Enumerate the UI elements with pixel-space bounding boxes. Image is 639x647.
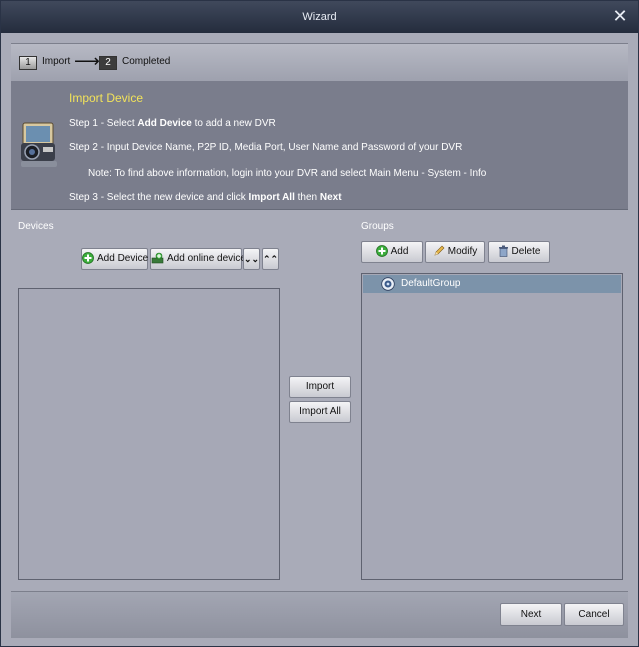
add-online-device-button[interactable]: Add online device bbox=[150, 248, 246, 270]
info-step-1-bold: Add Device bbox=[137, 118, 192, 129]
step-1-number: 1 bbox=[19, 56, 37, 70]
arrow-right-icon: ⟶ bbox=[74, 51, 100, 71]
camera-icon bbox=[21, 122, 57, 167]
double-chevron-up-icon[interactable]: ⌃⌃ bbox=[262, 248, 279, 270]
add-group-label: Add bbox=[390, 246, 409, 257]
info-title: Import Device bbox=[69, 91, 144, 105]
group-name: DefaultGroup bbox=[401, 278, 461, 289]
import-info-panel: Import Device Step 1 - Select Add Device… bbox=[11, 81, 628, 210]
modify-group-label: Modify bbox=[447, 246, 478, 257]
import-all-button[interactable]: Import All bbox=[289, 401, 351, 423]
trash-icon bbox=[498, 245, 508, 258]
info-note: Note: To find above information, login i… bbox=[88, 168, 487, 179]
group-camera-icon bbox=[381, 277, 395, 291]
step-2-number: 2 bbox=[99, 56, 117, 70]
wizard-window: Wizard ✕ 1 Import ⟶ 2 Completed Import D… bbox=[0, 0, 639, 647]
groups-label: Groups bbox=[361, 221, 394, 232]
devices-label: Devices bbox=[18, 221, 54, 232]
info-step-3-text: Step 3 - Select the new device and click bbox=[69, 192, 249, 203]
modify-group-button[interactable]: Modify bbox=[425, 241, 485, 263]
add-device-label: Add Device bbox=[97, 253, 149, 264]
info-step-3-bold-2: Next bbox=[319, 192, 342, 203]
window-title: Wizard bbox=[302, 11, 337, 23]
import-button[interactable]: Import bbox=[289, 376, 351, 398]
step-1-label: Import bbox=[42, 56, 71, 67]
online-device-icon bbox=[151, 253, 164, 264]
plus-circle-icon bbox=[82, 252, 94, 265]
info-step-1-text: Step 1 - Select bbox=[69, 118, 138, 129]
step-2-label: Completed bbox=[122, 56, 171, 67]
cancel-button[interactable]: Cancel bbox=[564, 603, 624, 626]
add-group-button[interactable]: Add bbox=[361, 241, 423, 263]
add-online-device-label: Add online device bbox=[167, 253, 246, 264]
double-chevron-down-icon[interactable]: ⌄⌄ bbox=[243, 248, 260, 270]
info-step-3-mid: then bbox=[294, 192, 320, 203]
devices-list[interactable] bbox=[18, 288, 280, 580]
info-step-3: Step 3 - Select the new device and click… bbox=[69, 192, 342, 203]
add-device-button[interactable]: Add Device bbox=[81, 248, 148, 270]
footer-bar: Next Cancel bbox=[11, 591, 628, 638]
close-icon[interactable]: ✕ bbox=[610, 6, 630, 26]
info-step-3-bold-1: Import All bbox=[248, 192, 295, 203]
delete-group-label: Delete bbox=[511, 246, 541, 257]
info-step-1-post: to add a new DVR bbox=[191, 118, 276, 129]
info-step-1: Step 1 - Select Add Device to add a new … bbox=[69, 118, 276, 129]
list-item[interactable]: DefaultGroup bbox=[363, 275, 621, 293]
delete-group-button[interactable]: Delete bbox=[488, 241, 550, 263]
wizard-steps: 1 Import ⟶ 2 Completed bbox=[11, 43, 628, 82]
plus-circle-icon bbox=[375, 245, 388, 258]
pencil-icon bbox=[434, 245, 445, 256]
groups-list[interactable]: DefaultGroup bbox=[361, 273, 623, 580]
info-step-2: Step 2 - Input Device Name, P2P ID, Medi… bbox=[69, 142, 463, 153]
title-bar: Wizard ✕ bbox=[1, 1, 638, 33]
next-button[interactable]: Next bbox=[500, 603, 562, 626]
